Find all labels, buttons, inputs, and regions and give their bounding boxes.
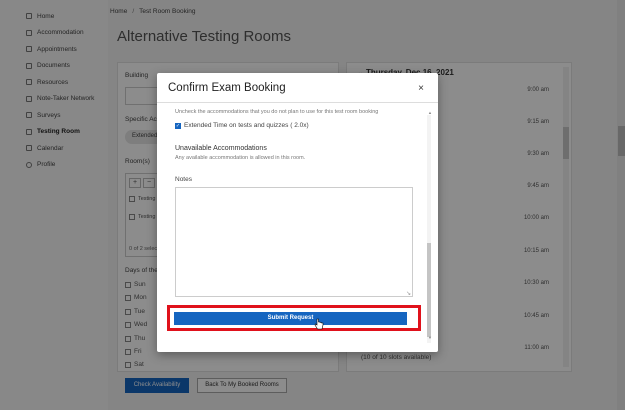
submit-request-button[interactable]: Submit Request (174, 312, 407, 325)
notes-label: Notes (175, 176, 192, 183)
extended-time-option[interactable]: ✓ Extended Time on tests and quizzes ( 2… (175, 122, 309, 129)
dialog-scroll-thumb[interactable] (427, 243, 431, 337)
resize-grip-icon[interactable]: ↘ (406, 290, 411, 297)
notes-textarea[interactable] (175, 187, 413, 297)
dialog-title: Confirm Exam Booking (168, 82, 286, 94)
scroll-down-icon[interactable]: ▼ (428, 335, 432, 340)
checkbox-checked-icon[interactable]: ✓ (175, 122, 181, 129)
unavailable-accommodations-description: Any available accommodation is allowed i… (175, 155, 306, 161)
unavailable-accommodations-heading: Unavailable Accommodations (175, 145, 267, 152)
dialog-body: Uncheck the accommodations that you do n… (157, 103, 429, 341)
confirm-booking-dialog: Confirm Exam Booking × Uncheck the accom… (157, 73, 438, 352)
close-icon[interactable]: × (415, 83, 427, 95)
accommodation-hint: Uncheck the accommodations that you do n… (175, 109, 379, 115)
hand-cursor-icon (314, 318, 324, 330)
scroll-up-icon[interactable]: ▲ (428, 110, 432, 115)
